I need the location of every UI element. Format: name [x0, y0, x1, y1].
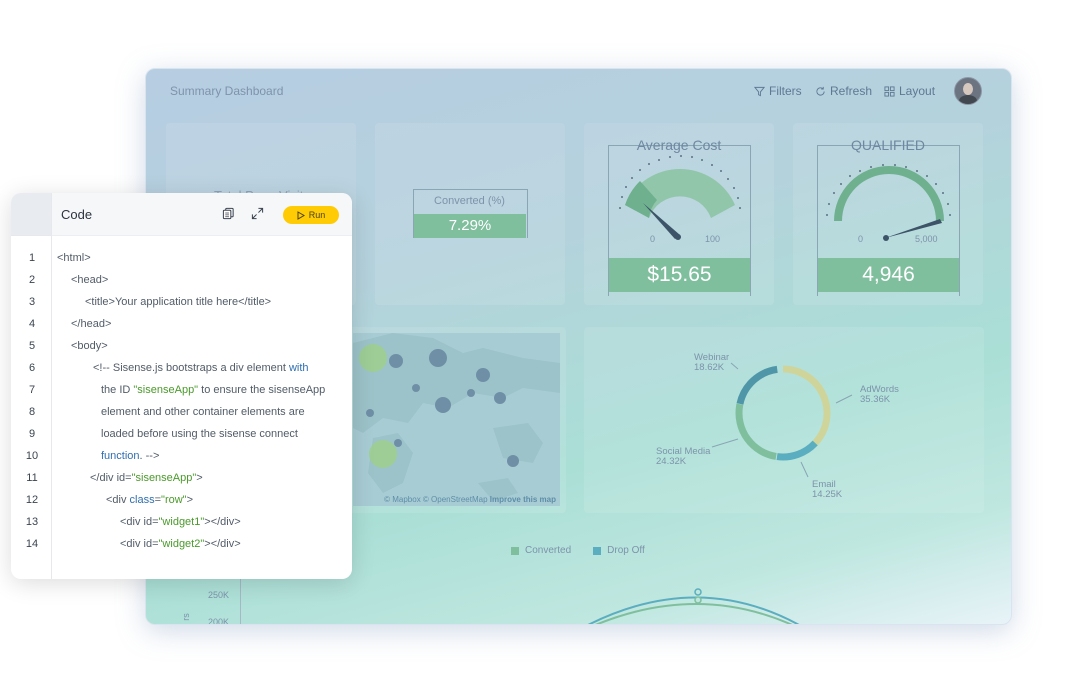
copy-icon[interactable] [222, 207, 235, 220]
code-line[interactable]: the ID "sisenseApp" to ensure the sisens… [101, 384, 325, 396]
play-icon [297, 210, 305, 220]
code-line[interactable]: <div id="widget2"></div> [120, 538, 241, 550]
line-number: 3 [28, 296, 36, 308]
line-number: 8 [28, 406, 36, 418]
line-number: 12 [25, 494, 39, 506]
code-line[interactable]: <html> [57, 252, 91, 264]
line-number: 1 [28, 252, 36, 264]
code-line[interactable]: </div id="sisenseApp"> [90, 472, 203, 484]
code-line[interactable]: <div id="widget1"></div> [120, 516, 241, 528]
run-button[interactable]: Run [283, 206, 339, 224]
line-number: 13 [25, 516, 39, 528]
line-number: 11 [26, 472, 38, 484]
code-line[interactable]: element and other container elements are [101, 406, 305, 418]
code-line[interactable]: <div class="row"> [106, 494, 193, 506]
line-number: 6 [28, 362, 36, 374]
code-line[interactable]: <body> [71, 340, 108, 352]
code-line[interactable]: loaded before using the sisense connect [101, 428, 298, 440]
line-number: 7 [28, 384, 36, 396]
expand-icon[interactable] [251, 207, 264, 220]
gutter-divider [51, 193, 52, 579]
code-line[interactable]: <head> [71, 274, 108, 286]
code-line[interactable]: <!-- Sisense.js bootstraps a div element… [93, 362, 309, 374]
line-number: 2 [28, 274, 36, 286]
line-number: 14 [25, 538, 39, 550]
code-line[interactable]: </head> [71, 318, 111, 330]
line-number: 9 [28, 428, 36, 440]
line-number: 5 [28, 340, 36, 352]
code-panel-title: Code [61, 207, 93, 222]
run-label: Run [308, 210, 326, 220]
line-number: 4 [28, 318, 36, 330]
code-line[interactable]: <title>Your application title here</titl… [85, 296, 271, 308]
line-number: 10 [25, 450, 39, 462]
code-line[interactable]: function. --> [101, 450, 159, 462]
gutter-header [11, 193, 51, 235]
code-panel: Code Run 1 2 3 4 5 6 7 8 9 10 11 12 13 1… [11, 193, 352, 579]
